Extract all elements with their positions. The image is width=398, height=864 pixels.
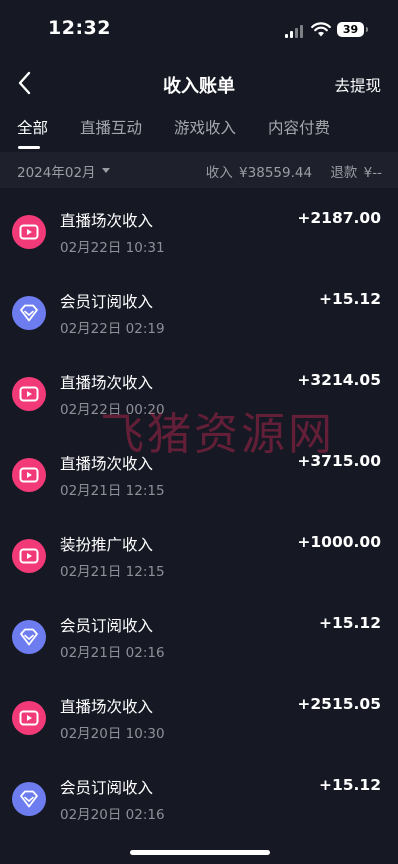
caret-down-icon[interactable] — [102, 168, 110, 173]
refund-value: ¥-- — [363, 165, 382, 181]
tab-paid-content[interactable]: 内容付费 — [268, 116, 330, 138]
transaction-title: 直播场次收入 — [60, 698, 154, 716]
transaction-row[interactable]: 会员订阅收入 02月21日 02:16 +15.12 — [0, 595, 398, 676]
transaction-time: 02月20日 10:30 — [60, 726, 165, 742]
month-selector[interactable]: 2024年02月 — [17, 161, 96, 181]
transaction-amount: +15.12 — [318, 776, 381, 794]
transaction-amount: +15.12 — [318, 614, 381, 632]
transaction-time: 02月21日 12:15 — [60, 483, 165, 499]
transaction-time: 02月21日 12:15 — [60, 564, 165, 580]
diamond-icon — [12, 620, 46, 654]
transaction-row[interactable]: 会员订阅收入 02月22日 02:19 +15.12 — [0, 271, 398, 352]
income-label: 收入 — [205, 165, 233, 181]
income-summary: 收入 ¥38559.44 退款 ¥-- — [204, 161, 382, 181]
transaction-time: 02月22日 10:31 — [60, 240, 165, 256]
transaction-amount: +2515.05 — [297, 695, 381, 713]
transaction-title: 会员订阅收入 — [60, 779, 154, 797]
active-tab-indicator — [18, 146, 40, 149]
transaction-title: 直播场次收入 — [60, 455, 154, 473]
category-tabs: 全部 直播互动 游戏收入 内容付费 — [0, 116, 398, 150]
live-video-icon — [12, 377, 46, 411]
nav-bar: 收入账单 去提现 — [0, 60, 398, 106]
income-value: ¥38559.44 — [239, 165, 313, 181]
home-indicator[interactable] — [130, 850, 270, 855]
transaction-row[interactable]: 直播场次收入 02月20日 10:30 +2515.05 — [0, 676, 398, 757]
transaction-row[interactable]: 会员订阅收入 02月20日 02:16 +15.12 — [0, 757, 398, 838]
status-time: 12:32 — [48, 17, 111, 39]
transaction-time: 02月20日 02:16 — [60, 807, 165, 823]
status-bar: 12:32 39 — [0, 0, 398, 58]
refund-label: 退款 — [330, 165, 358, 181]
transaction-amount: +15.12 — [318, 290, 381, 308]
transaction-amount: +2187.00 — [297, 209, 381, 227]
transaction-row[interactable]: 直播场次收入 02月22日 00:20 +3214.05 — [0, 352, 398, 433]
transaction-row[interactable]: 装扮推广收入 02月21日 12:15 +1000.00 — [0, 514, 398, 595]
transaction-time: 02月21日 02:16 — [60, 645, 165, 661]
live-video-icon — [12, 458, 46, 492]
battery-icon: 39 — [337, 22, 368, 37]
transaction-title: 直播场次收入 — [60, 212, 154, 230]
transaction-title: 会员订阅收入 — [60, 617, 154, 635]
transaction-row[interactable]: 直播场次收入 02月21日 12:15 +3715.00 — [0, 433, 398, 514]
tab-live-interaction[interactable]: 直播互动 — [80, 116, 142, 138]
wifi-icon — [311, 22, 331, 37]
live-video-icon — [12, 701, 46, 735]
transaction-title: 直播场次收入 — [60, 374, 154, 392]
transaction-time: 02月22日 00:20 — [60, 402, 165, 418]
tab-all[interactable]: 全部 — [17, 116, 48, 138]
transaction-title: 装扮推广收入 — [60, 536, 154, 554]
filter-bar: 2024年02月 收入 ¥38559.44 退款 ¥-- — [0, 152, 398, 188]
transaction-title: 会员订阅收入 — [60, 293, 154, 311]
transaction-time: 02月22日 02:19 — [60, 321, 165, 337]
withdraw-button[interactable]: 去提现 — [334, 74, 381, 96]
tab-game-income[interactable]: 游戏收入 — [174, 116, 236, 138]
transaction-amount: +3214.05 — [297, 371, 381, 389]
diamond-icon — [12, 296, 46, 330]
signal-icon — [285, 24, 305, 38]
transaction-amount: +3715.00 — [297, 452, 381, 470]
live-video-icon — [12, 215, 46, 249]
diamond-icon — [12, 782, 46, 816]
transaction-amount: +1000.00 — [297, 533, 381, 551]
live-video-icon — [12, 539, 46, 573]
transaction-row[interactable]: 直播场次收入 02月22日 10:31 +2187.00 — [0, 190, 398, 271]
